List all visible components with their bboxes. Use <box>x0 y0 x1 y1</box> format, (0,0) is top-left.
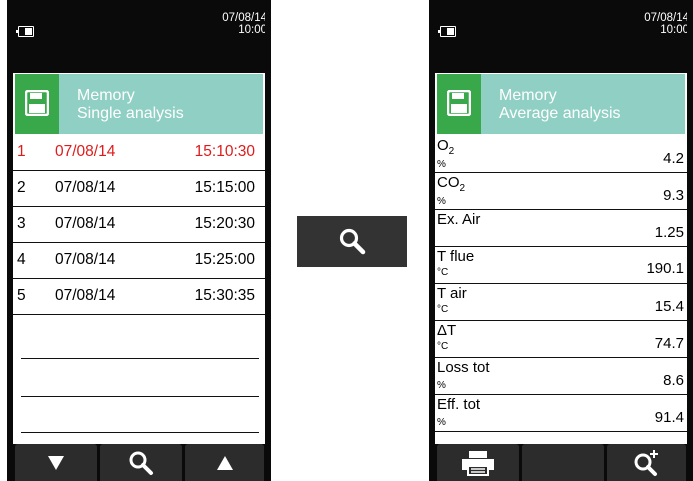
status-date: 07/08/14 <box>222 12 265 24</box>
datetime: 07/08/14 10:00 <box>644 12 687 36</box>
measurement-subscript: 2 <box>459 183 466 194</box>
status-bar: 07/08/14 10:00 <box>13 0 265 58</box>
item-time: 15:15:00 <box>194 179 255 196</box>
item-number: 5 <box>17 287 26 304</box>
measurement-value: 4.2 <box>663 150 684 167</box>
floppy-disk-icon <box>437 74 481 134</box>
header-subtitle: Average analysis <box>499 105 621 122</box>
down-arrow-icon <box>48 455 64 470</box>
measurement-row: Loss tot % 8.6 <box>435 359 687 395</box>
measurement-row: Eff. tot % 91.4 <box>435 396 687 432</box>
status-date: 07/08/14 <box>644 12 687 24</box>
measurement-label: Eff. tot <box>437 396 481 413</box>
memory-list-item[interactable]: 4 07/08/14 15:25:00 <box>13 244 265 279</box>
item-date: 07/08/14 <box>55 251 116 268</box>
measurement-unit: % <box>437 417 446 428</box>
measurement-row: Ex. Air 1.25 <box>435 211 687 247</box>
item-time: 15:10:30 <box>194 143 255 160</box>
left-device: 07/08/14 10:00 Memory Single analysis 1 … <box>7 0 271 481</box>
battery-icon <box>438 26 456 37</box>
measurement-label: CO <box>437 174 460 191</box>
item-number: 4 <box>17 251 26 268</box>
measurement-label: O <box>437 137 449 154</box>
memory-list-item[interactable]: 3 07/08/14 15:20:30 <box>13 208 265 243</box>
item-date: 07/08/14 <box>55 143 116 160</box>
divider-band <box>13 58 265 73</box>
printer-icon <box>462 450 494 476</box>
measurement-unit: °C <box>437 304 449 315</box>
status-time: 10:00 <box>238 24 265 36</box>
memory-list-item[interactable]: 1 07/08/14 15:10:30 <box>13 136 265 171</box>
measurement-value: 15.4 <box>654 298 684 315</box>
measurement-unit: % <box>437 380 446 391</box>
measurement-row: ΔT °C 74.7 <box>435 322 687 358</box>
divider-band <box>435 58 687 73</box>
search-button[interactable] <box>100 444 182 481</box>
measurement-unit: % <box>437 196 446 207</box>
memory-list-item[interactable]: 2 07/08/14 15:15:00 <box>13 172 265 207</box>
memory-header: Memory Average analysis <box>437 74 685 134</box>
measurement-subscript: 2 <box>448 146 455 157</box>
measurement-label: T air <box>437 285 467 302</box>
print-button[interactable] <box>437 444 519 481</box>
empty-row <box>21 358 259 359</box>
measurement-label: Loss tot <box>437 359 490 376</box>
item-date: 07/08/14 <box>55 287 116 304</box>
item-date: 07/08/14 <box>55 215 116 232</box>
item-time: 15:30:35 <box>194 287 255 304</box>
header-title: Memory <box>499 87 557 104</box>
measurement-value: 74.7 <box>654 335 684 352</box>
status-bar: 07/08/14 10:00 <box>435 0 687 58</box>
right-device: 07/08/14 10:00 Memory Average analysis O… <box>429 0 693 481</box>
measurement-value: 8.6 <box>663 372 684 389</box>
header-subtitle: Single analysis <box>77 105 184 122</box>
header-title: Memory <box>77 87 135 104</box>
search-icon <box>339 228 366 255</box>
search-icon <box>129 451 153 475</box>
item-time: 15:25:00 <box>194 251 255 268</box>
measurement-value: 9.3 <box>663 187 684 204</box>
measurement-unit: °C <box>437 341 449 352</box>
measurement-value: 91.4 <box>654 409 684 426</box>
item-number: 1 <box>17 143 26 160</box>
datetime: 07/08/14 10:00 <box>222 12 265 36</box>
zoom-in-icon <box>634 449 658 476</box>
up-button[interactable] <box>185 444 264 481</box>
measurement-unit: % <box>437 159 446 170</box>
down-button[interactable] <box>15 444 97 481</box>
softkey-bar <box>435 444 687 481</box>
empty-row <box>21 396 259 397</box>
battery-icon <box>16 26 34 37</box>
measurement-label: ΔT <box>437 322 457 339</box>
item-number: 3 <box>17 215 26 232</box>
memory-list-item[interactable]: 5 07/08/14 15:30:35 <box>13 280 265 315</box>
softkey-bar <box>13 444 265 481</box>
item-number: 2 <box>17 179 26 196</box>
measurement-row: T air °C 15.4 <box>435 285 687 321</box>
status-time: 10:00 <box>660 24 687 36</box>
measurement-label: Ex. Air <box>437 211 481 228</box>
item-time: 15:20:30 <box>194 215 255 232</box>
item-date: 07/08/14 <box>55 179 116 196</box>
up-arrow-icon <box>216 455 233 470</box>
search-button[interactable] <box>297 216 407 267</box>
left-screen: 07/08/14 10:00 Memory Single analysis 1 … <box>13 0 265 481</box>
measurement-row: T flue °C 190.1 <box>435 248 687 284</box>
zoom-in-button[interactable] <box>607 444 686 481</box>
memory-header: Memory Single analysis <box>15 74 263 134</box>
measurement-label: T flue <box>437 248 475 265</box>
measurement-row: CO2 % 9.3 <box>435 174 687 210</box>
measurement-value: 1.25 <box>654 224 684 241</box>
measurement-unit: °C <box>437 267 449 278</box>
right-screen: 07/08/14 10:00 Memory Average analysis O… <box>435 0 687 481</box>
empty-row <box>21 432 259 433</box>
blank-softkey[interactable] <box>522 444 604 481</box>
measurement-row: O2 % 4.2 <box>435 137 687 173</box>
floppy-disk-icon <box>15 74 59 134</box>
measurement-value: 190.1 <box>646 260 684 277</box>
